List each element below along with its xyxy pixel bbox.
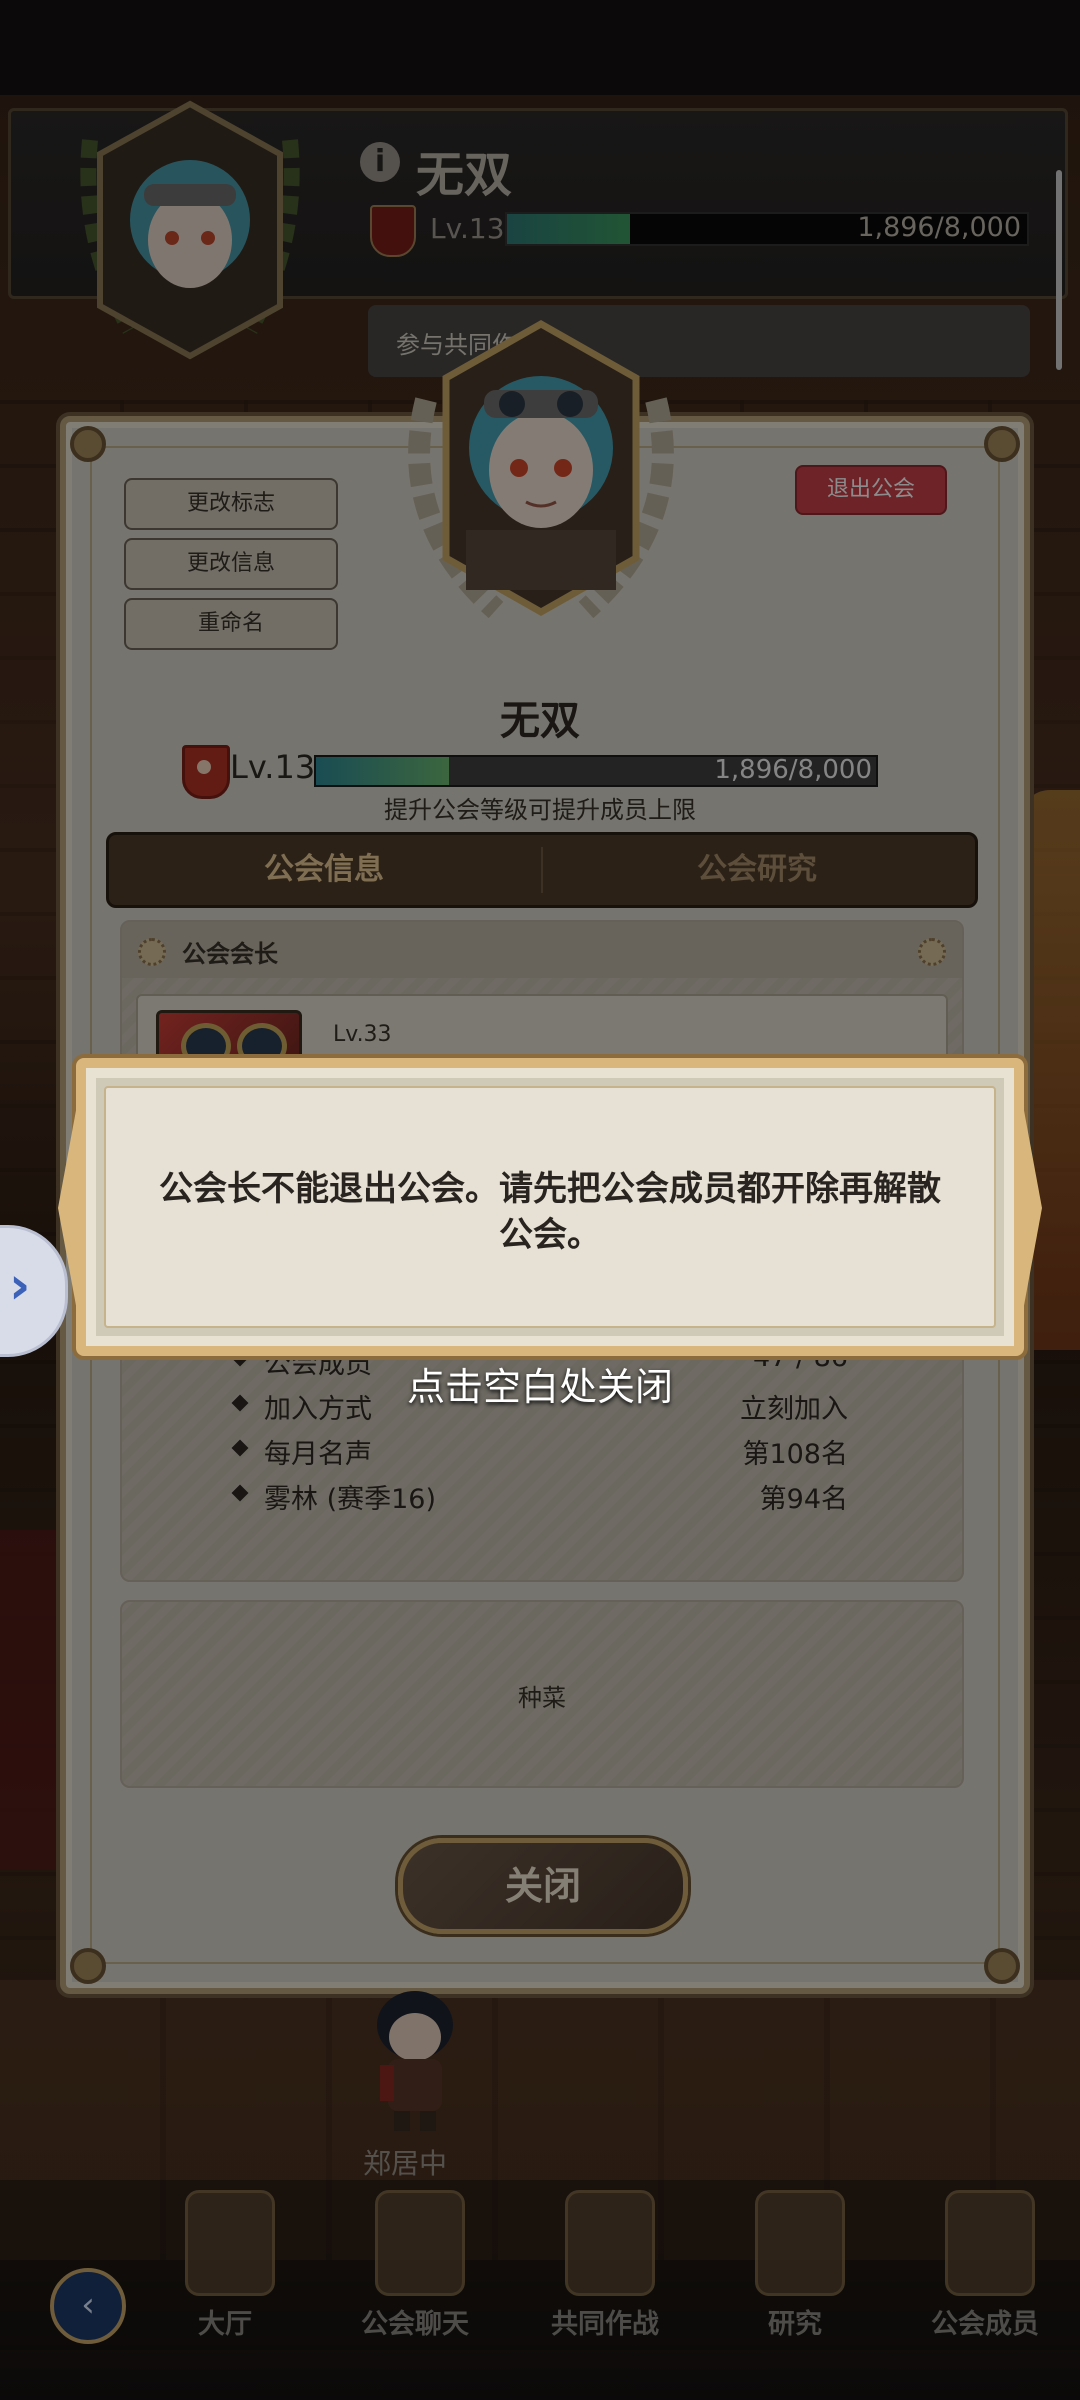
toast-left-ornament: [58, 1078, 82, 1338]
toast-message: 公会长不能退出公会。请先把公会成员都开除再解散公会。: [159, 1169, 941, 1255]
error-toast: 公会长不能退出公会。请先把公会成员都开除再解散公会。: [58, 1058, 1042, 1356]
chevron-right-icon: ›: [9, 1256, 31, 1316]
tap-to-close-hint: 点击空白处关闭: [406, 1365, 673, 1409]
toast-right-ornament: [1018, 1078, 1042, 1338]
